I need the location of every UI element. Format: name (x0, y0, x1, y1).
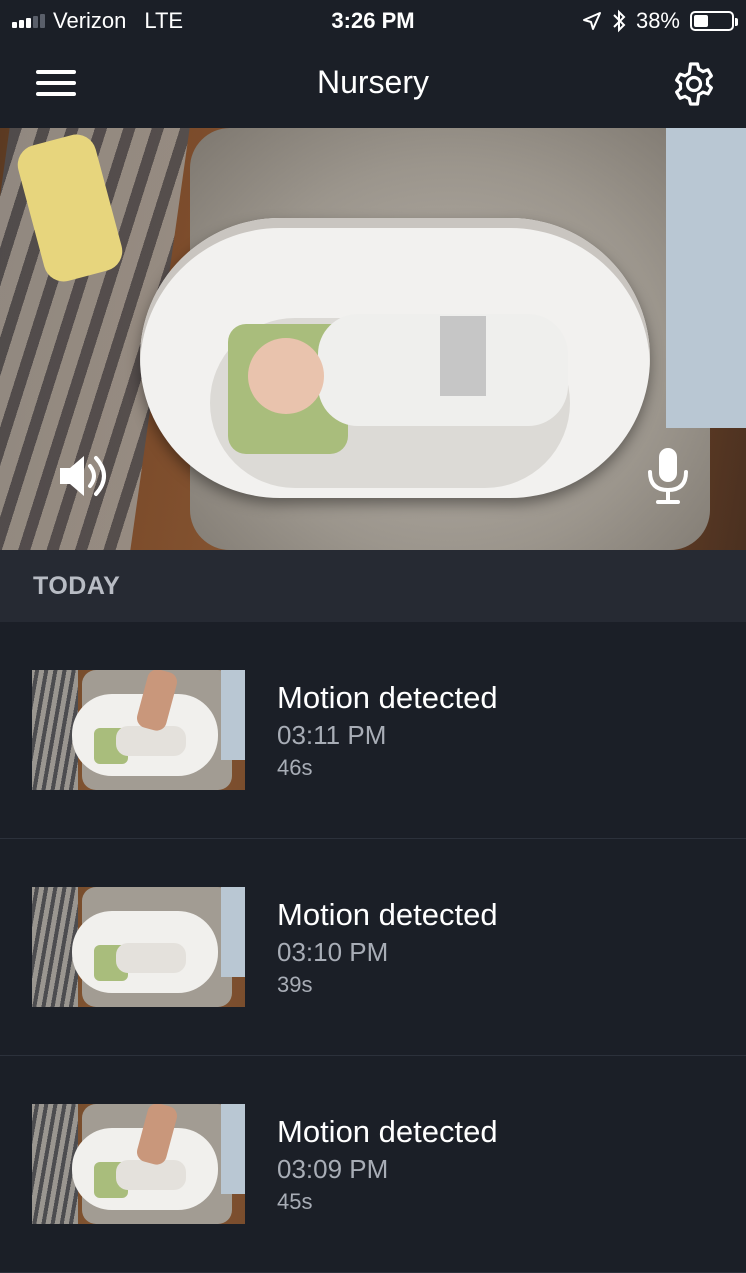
location-icon (582, 12, 601, 30)
event-time: 03:11 PM (277, 720, 387, 750)
page-title: Nursery (316, 64, 429, 100)
battery-fill (694, 15, 708, 27)
hamburger-menu-icon[interactable] (36, 66, 76, 100)
event-item[interactable]: Motion detected 03:09 PM 45s (0, 1056, 746, 1273)
event-thumbnail[interactable] (32, 1104, 245, 1224)
event-duration: 46s (277, 755, 313, 780)
event-thumbnail[interactable] (32, 670, 245, 790)
gear-icon[interactable] (670, 60, 718, 108)
status-left: Verizon LTE (12, 8, 183, 34)
event-item[interactable]: Motion detected 03:10 PM 39s (0, 839, 746, 1056)
status-right: 38% (582, 8, 738, 34)
section-header: TODAY (0, 550, 746, 622)
camera-scene-swaddle-band (440, 316, 486, 396)
nav-bar: Nursery (0, 42, 746, 128)
event-title: Motion detected (277, 680, 498, 715)
event-list: Motion detected 03:11 PM 46s Motion dete… (0, 622, 746, 1273)
event-time: 03:10 PM (277, 937, 389, 967)
camera-scene-baby (248, 338, 324, 414)
signal-strength-icon (12, 14, 45, 28)
event-item[interactable]: Motion detected 03:11 PM 46s (0, 622, 746, 839)
event-duration: 45s (277, 1189, 313, 1214)
carrier-name: Verizon (53, 8, 127, 33)
camera-scene-wall (666, 128, 746, 428)
microphone-icon[interactable] (640, 446, 696, 506)
battery-percent: 38% (635, 8, 680, 33)
event-thumbnail[interactable] (32, 887, 245, 1007)
bluetooth-icon (613, 9, 626, 33)
event-duration: 39s (277, 972, 313, 997)
event-title: Motion detected (277, 897, 498, 932)
status-bar: Verizon LTE 3:26 PM 38% (0, 0, 746, 42)
network-type: LTE (144, 8, 184, 33)
event-time: 03:09 PM (277, 1154, 389, 1184)
camera-live-view[interactable] (0, 128, 746, 550)
speaker-icon[interactable] (56, 446, 112, 506)
section-label-today: TODAY (33, 572, 121, 600)
battery-icon (690, 11, 738, 31)
event-title: Motion detected (277, 1114, 498, 1149)
